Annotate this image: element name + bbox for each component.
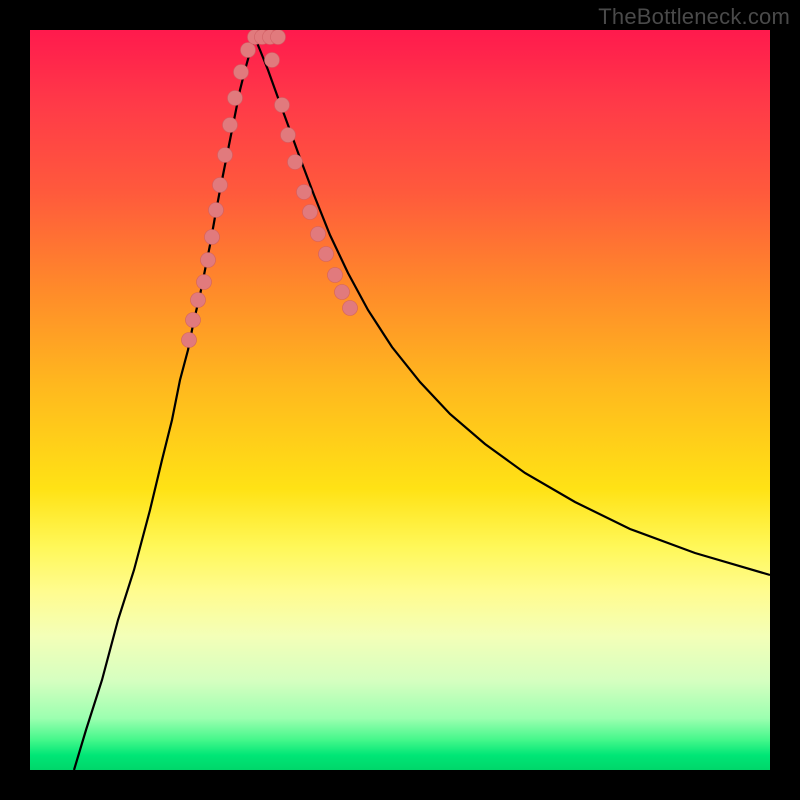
data-point: [297, 185, 312, 200]
data-point: [288, 155, 303, 170]
chart-frame: TheBottleneck.com: [0, 0, 800, 800]
data-point: [182, 333, 197, 348]
data-point: [191, 293, 206, 308]
data-point: [303, 205, 318, 220]
data-point: [265, 53, 280, 68]
data-point: [343, 301, 358, 316]
data-point: [197, 275, 212, 290]
data-point: [228, 91, 243, 106]
data-point: [335, 285, 350, 300]
data-point: [213, 178, 228, 193]
curve-overlay: [30, 30, 770, 770]
data-point: [209, 203, 224, 218]
data-point: [205, 230, 220, 245]
data-point: [186, 313, 201, 328]
data-point: [271, 30, 286, 45]
watermark-text: TheBottleneck.com: [598, 4, 790, 30]
data-point: [328, 268, 343, 283]
data-point: [218, 148, 233, 163]
data-point: [275, 98, 290, 113]
data-point: [281, 128, 296, 143]
data-point: [234, 65, 249, 80]
data-point: [319, 247, 334, 262]
data-point: [223, 118, 238, 133]
plot-area: [30, 30, 770, 770]
data-point: [311, 227, 326, 242]
curve-right-branch: [255, 38, 770, 575]
data-point: [201, 253, 216, 268]
data-point: [241, 43, 256, 58]
